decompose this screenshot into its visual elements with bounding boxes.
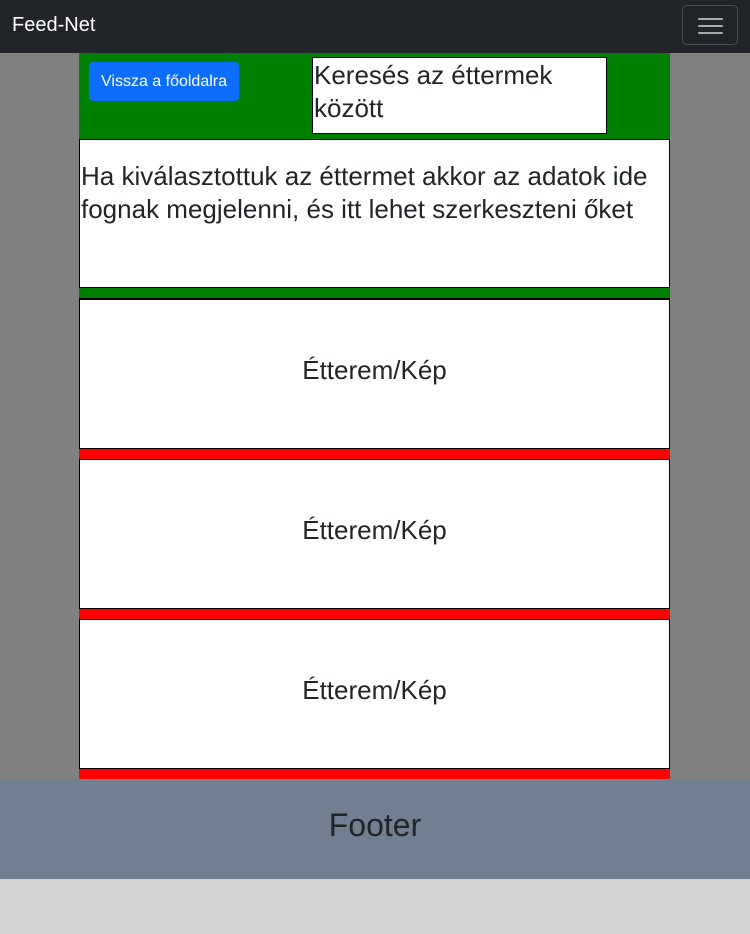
navbar-brand[interactable]: Feed-Net (12, 12, 95, 38)
restaurant-details-panel: Ha kiválasztottuk az éttermet akkor az a… (79, 139, 670, 288)
header-bar: Vissza a főoldalra Keresés az éttermek k… (79, 53, 670, 139)
restaurant-card[interactable]: Étterem/Kép (79, 459, 670, 609)
restaurant-card[interactable]: Étterem/Kép (79, 299, 670, 449)
navbar-toggle-button[interactable] (682, 5, 738, 45)
page-footer: Footer (0, 779, 750, 879)
restaurant-card[interactable]: Étterem/Kép (79, 619, 670, 769)
main-content: Vissza a főoldalra Keresés az éttermek k… (79, 53, 670, 779)
section-divider (79, 288, 670, 299)
restaurant-search-box[interactable]: Keresés az éttermek között (312, 57, 607, 134)
back-to-home-button[interactable]: Vissza a főoldalra (89, 62, 239, 101)
navbar: Feed-Net (0, 0, 750, 53)
